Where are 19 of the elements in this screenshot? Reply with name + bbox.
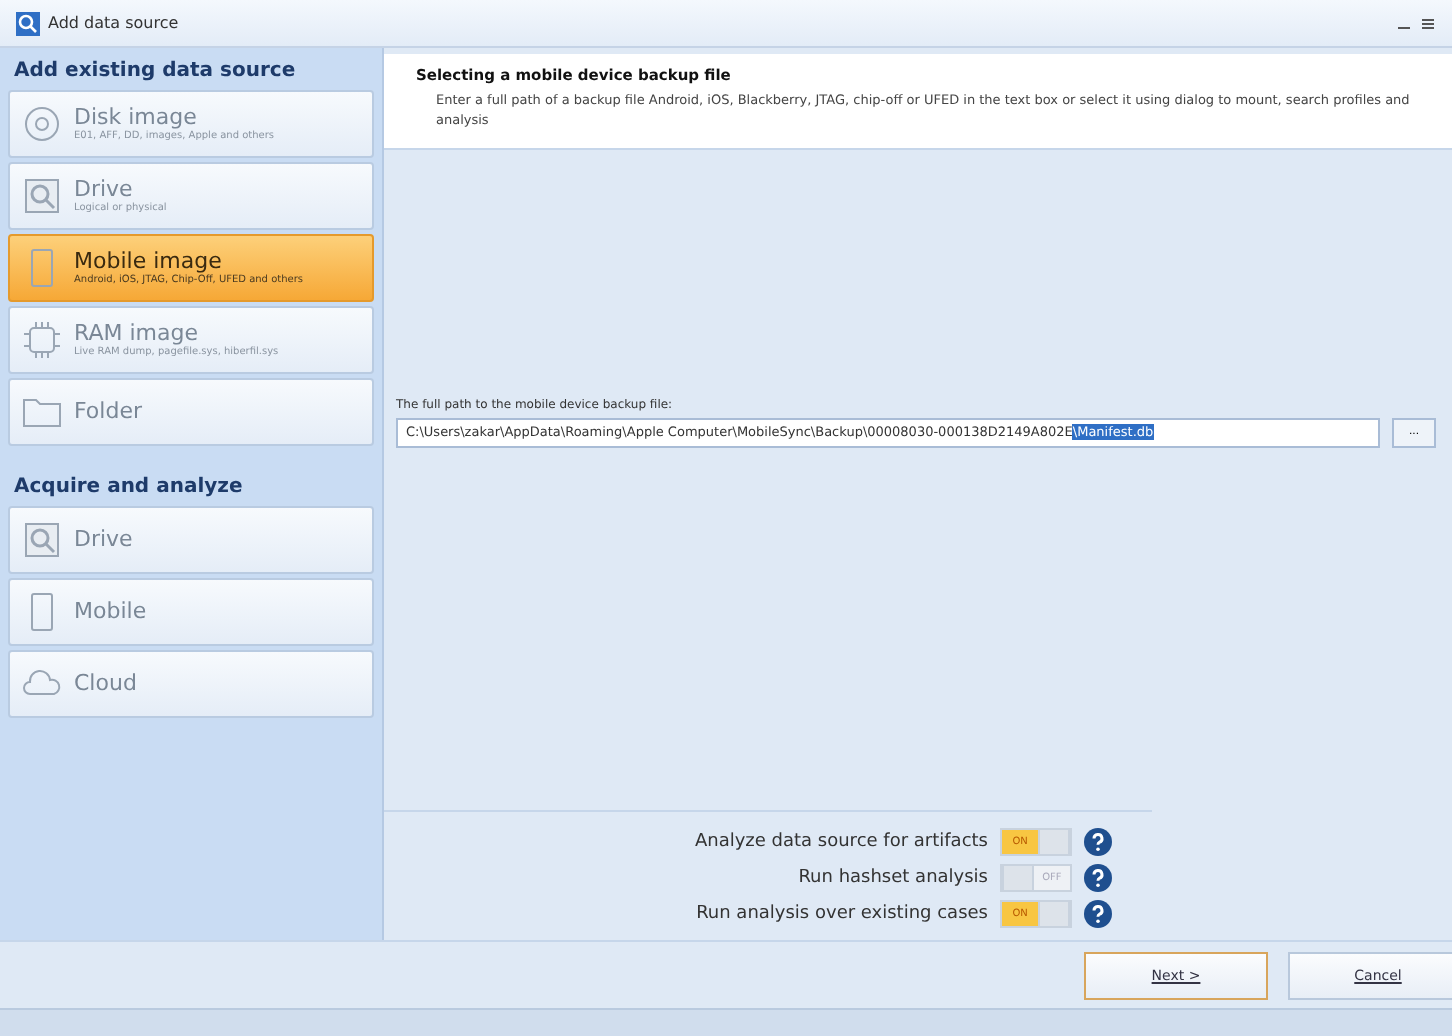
source-option[interactable]: Mobile [8, 578, 374, 646]
menu-icon[interactable] [1420, 15, 1436, 31]
section-title: Acquire and analyze [12, 474, 245, 502]
source-option[interactable]: Drive [8, 506, 374, 574]
magnifier-icon [22, 176, 62, 216]
magnifier-icon [22, 520, 62, 560]
option-label: Run analysis over existing cases [696, 904, 988, 924]
app-icon [16, 11, 40, 35]
option-label: Analyze data source for artifacts [694, 832, 988, 852]
disc-icon [22, 104, 62, 144]
source-option[interactable]: Cloud [8, 650, 374, 718]
help-icon[interactable] [1084, 900, 1112, 928]
window-title: Add data source [48, 14, 181, 32]
option-label: Run hashset analysis [798, 868, 988, 888]
help-icon[interactable] [1084, 864, 1112, 892]
chip-icon [22, 320, 62, 360]
source-option[interactable]: Folder [8, 378, 374, 446]
section-title: Add existing data source [12, 58, 298, 86]
help-icon[interactable] [1084, 828, 1112, 856]
